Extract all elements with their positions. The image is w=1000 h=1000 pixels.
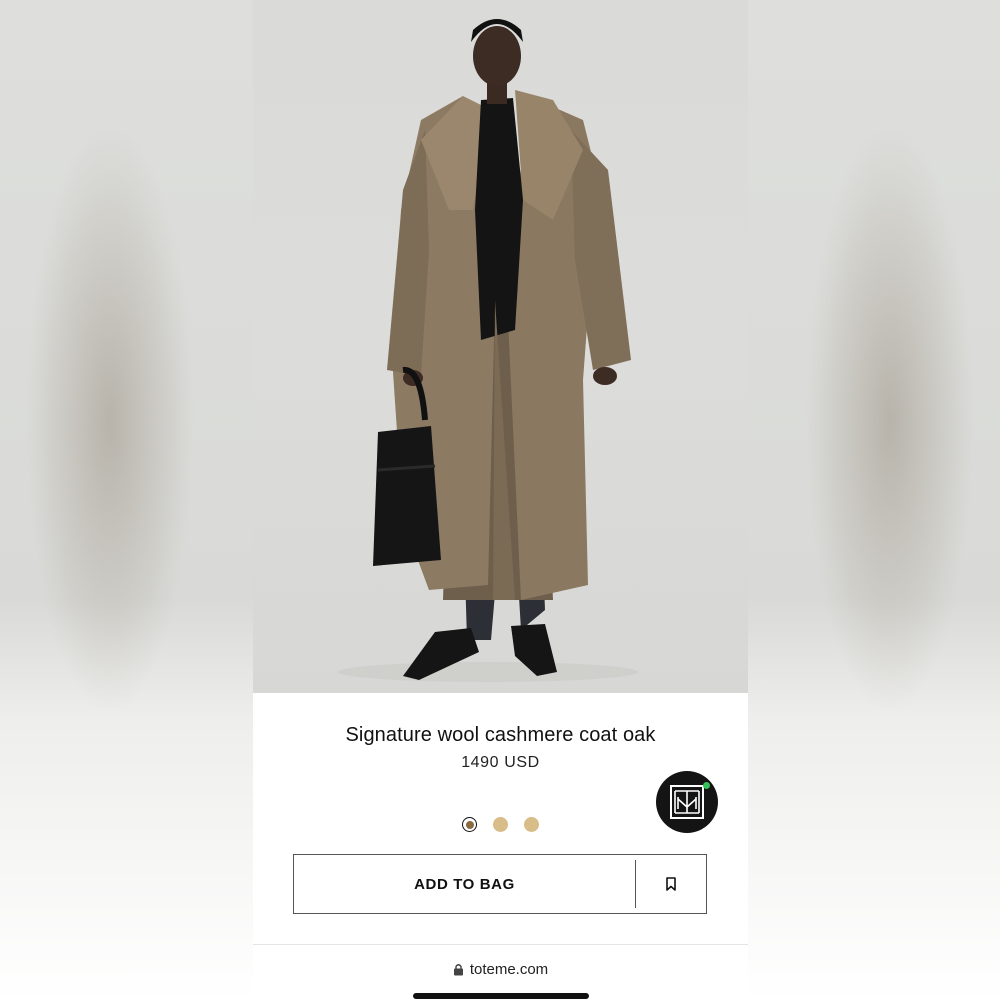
swatch-3[interactable] [524, 817, 539, 832]
color-swatches [253, 817, 748, 835]
product-image[interactable] [253, 0, 748, 693]
address-bar[interactable]: toteme.com [253, 958, 748, 980]
purchase-actions: ADD TO BAG [293, 854, 707, 914]
swatch-2[interactable] [493, 817, 508, 832]
swatch-oak-fill [465, 820, 474, 829]
product-price: 1490 USD [461, 754, 540, 771]
add-to-bag-button[interactable]: ADD TO BAG [294, 855, 635, 913]
divider [253, 944, 748, 945]
product-title: Signature wool cashmere coat oak [345, 724, 656, 746]
model-wearing-coat-illustration [338, 19, 638, 682]
bookmark-icon [666, 877, 676, 891]
swatch-oak[interactable] [462, 817, 477, 832]
save-to-wishlist-button[interactable] [636, 855, 706, 913]
status-dot [703, 782, 710, 789]
url-text: toteme.com [469, 960, 549, 978]
lock-icon [453, 963, 463, 975]
mobile-screen: Signature wool cashmere coat oak 1490 US… [253, 0, 748, 1000]
home-indicator[interactable] [413, 993, 589, 999]
toteme-monogram-icon [670, 785, 704, 819]
